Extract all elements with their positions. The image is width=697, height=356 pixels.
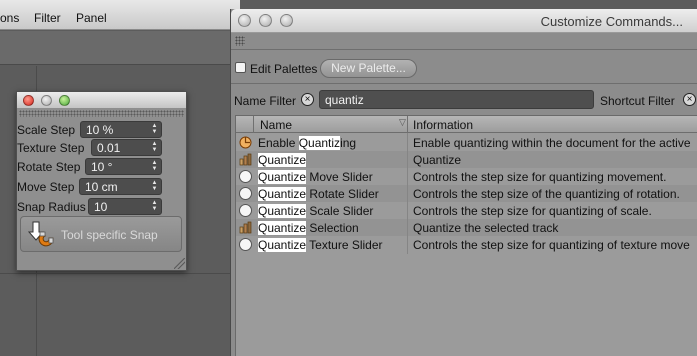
table-row[interactable]: Quantize Rotate Slider Controls the step… bbox=[236, 185, 697, 202]
column-divider[interactable] bbox=[253, 116, 254, 133]
rotate-step-field[interactable]: 10 ° ▲ ▼ bbox=[85, 158, 162, 175]
command-information: Controls the step size for quantizing mo… bbox=[413, 170, 667, 184]
stepper-arrows-icon[interactable]: ▲ ▼ bbox=[151, 141, 158, 154]
column-header-name[interactable]: Name bbox=[260, 118, 292, 132]
circle-icon bbox=[239, 170, 252, 183]
magnet-arrow-icon bbox=[27, 221, 54, 247]
close-window-icon[interactable] bbox=[23, 95, 34, 106]
tool-specific-snap-button[interactable]: Tool specific Snap bbox=[20, 216, 182, 252]
palette-grip-handle[interactable] bbox=[19, 110, 184, 117]
name-filter-input[interactable]: quantiz bbox=[319, 90, 594, 109]
snap-radius-field[interactable]: 10 ▲ ▼ bbox=[88, 198, 162, 215]
move-step-row: Move Step 10 cm ▲ ▼ bbox=[17, 178, 186, 196]
move-step-value: 10 cm bbox=[85, 180, 118, 194]
table-row[interactable]: Quantize Quantize bbox=[236, 151, 697, 168]
scale-step-label: Scale Step bbox=[17, 123, 76, 137]
new-palette-button[interactable]: New Palette... bbox=[320, 59, 417, 78]
tool-specific-snap-label: Tool specific Snap bbox=[61, 228, 158, 242]
command-information: Quantize bbox=[413, 153, 462, 167]
rotate-step-value: 10 ° bbox=[91, 160, 113, 174]
command-name: Quantize Rotate Slider bbox=[258, 187, 379, 201]
rotate-step-row: Rotate Step 10 ° ▲ ▼ bbox=[17, 158, 186, 176]
texture-step-value: 0.01 bbox=[97, 141, 121, 155]
command-information: Controls the step size of the quantizing… bbox=[413, 187, 680, 201]
edit-palettes-label: Edit Palettes bbox=[250, 62, 318, 76]
shortcut-filter-label: Shortcut Filter bbox=[600, 94, 675, 108]
clear-name-filter-icon[interactable]: × bbox=[301, 93, 314, 106]
circle-icon bbox=[239, 204, 252, 217]
customize-commands-titlebar[interactable]: Customize Commands... bbox=[231, 9, 697, 33]
zoom-window-icon[interactable] bbox=[59, 95, 70, 106]
scale-step-value: 10 % bbox=[86, 123, 114, 137]
command-information: Enable quantizing within the document fo… bbox=[413, 136, 691, 150]
column-header-information[interactable]: Information bbox=[413, 118, 473, 132]
snap-palette-titlebar[interactable] bbox=[17, 92, 186, 109]
table-header: Name ▽ Information bbox=[236, 116, 697, 133]
stepper-arrows-icon[interactable]: ▲ ▼ bbox=[151, 123, 158, 136]
table-row[interactable]: Quantize Texture Slider Controls the ste… bbox=[236, 236, 697, 253]
command-information: Controls the step size for quantizing of… bbox=[413, 238, 690, 252]
divider bbox=[231, 83, 697, 84]
app-menubar: ons Filter Panel bbox=[0, 0, 240, 30]
viewport-guide-line bbox=[0, 273, 232, 274]
table-row[interactable]: Quantize Scale Slider Controls the step … bbox=[236, 202, 697, 219]
table-row[interactable]: Enable Quantizing Enable quantizing with… bbox=[236, 134, 697, 151]
resize-grip-icon[interactable] bbox=[174, 258, 185, 269]
table-row[interactable]: Quantize Move Slider Controls the step s… bbox=[236, 168, 697, 185]
snap-palette-window: Scale Step 10 % ▲ ▼ Texture Step 0.01 ▲ ▼ … bbox=[16, 91, 187, 271]
command-name: Quantize bbox=[258, 153, 307, 167]
app-toolbar bbox=[0, 31, 232, 65]
scale-step-field[interactable]: 10 % ▲ ▼ bbox=[80, 121, 162, 138]
command-name: Enable Quantizing bbox=[258, 136, 357, 150]
menu-item-panel[interactable]: Panel bbox=[76, 11, 107, 25]
snap-radius-label: Snap Radius bbox=[17, 200, 86, 214]
clear-shortcut-filter-icon[interactable]: × bbox=[683, 93, 696, 106]
circle-icon bbox=[239, 187, 252, 200]
command-information: Quantize the selected track bbox=[413, 221, 559, 235]
quantize-track-icon bbox=[239, 153, 252, 166]
stepper-arrows-icon[interactable]: ▲ ▼ bbox=[151, 180, 158, 193]
name-filter-label: Name Filter bbox=[234, 94, 297, 108]
move-step-field[interactable]: 10 cm ▲ ▼ bbox=[79, 178, 162, 195]
command-information: Controls the step size for quantizing of… bbox=[413, 204, 652, 218]
palette-grip-handle[interactable] bbox=[235, 36, 245, 46]
column-divider[interactable] bbox=[407, 116, 408, 133]
zoom-window-icon[interactable] bbox=[280, 14, 293, 27]
command-name: Quantize Scale Slider bbox=[258, 204, 374, 218]
column-divider bbox=[407, 133, 408, 254]
edit-palettes-checkbox[interactable] bbox=[235, 62, 246, 73]
rotate-step-label: Rotate Step bbox=[17, 160, 81, 174]
texture-step-label: Texture Step bbox=[17, 141, 85, 155]
texture-step-row: Texture Step 0.01 ▲ ▼ bbox=[17, 139, 186, 157]
texture-step-field[interactable]: 0.01 ▲ ▼ bbox=[91, 139, 162, 156]
command-name: Quantize Texture Slider bbox=[258, 238, 383, 252]
menu-item-filter[interactable]: Filter bbox=[34, 11, 61, 25]
scale-step-row: Scale Step 10 % ▲ ▼ bbox=[17, 121, 186, 139]
menu-item-options[interactable]: ons bbox=[0, 11, 19, 25]
command-name: Quantize Selection bbox=[258, 221, 359, 235]
window-title: Customize Commands... bbox=[540, 14, 683, 29]
divider bbox=[231, 49, 697, 50]
minimize-window-icon[interactable] bbox=[259, 14, 272, 27]
minimize-window-icon[interactable] bbox=[41, 95, 52, 106]
quantize-toggle-icon bbox=[239, 136, 252, 149]
snap-radius-row: Snap Radius 10 ▲ ▼ bbox=[17, 198, 186, 216]
table-row[interactable]: Quantize Selection Quantize the selected… bbox=[236, 219, 697, 236]
quantize-track-icon bbox=[239, 221, 252, 234]
commands-table: Name ▽ Information Enable Quantizing Ena… bbox=[235, 115, 697, 356]
move-step-label: Move Step bbox=[17, 180, 75, 194]
stepper-arrows-icon[interactable]: ▲ ▼ bbox=[151, 160, 158, 173]
circle-icon bbox=[239, 238, 252, 251]
customize-commands-window: Customize Commands... Edit Palettes New … bbox=[230, 9, 697, 356]
command-name: Quantize Move Slider bbox=[258, 170, 373, 184]
stepper-arrows-icon[interactable]: ▲ ▼ bbox=[151, 200, 158, 213]
sort-descending-icon[interactable]: ▽ bbox=[399, 117, 406, 128]
close-window-icon[interactable] bbox=[238, 14, 251, 27]
snap-radius-value: 10 bbox=[94, 200, 108, 214]
